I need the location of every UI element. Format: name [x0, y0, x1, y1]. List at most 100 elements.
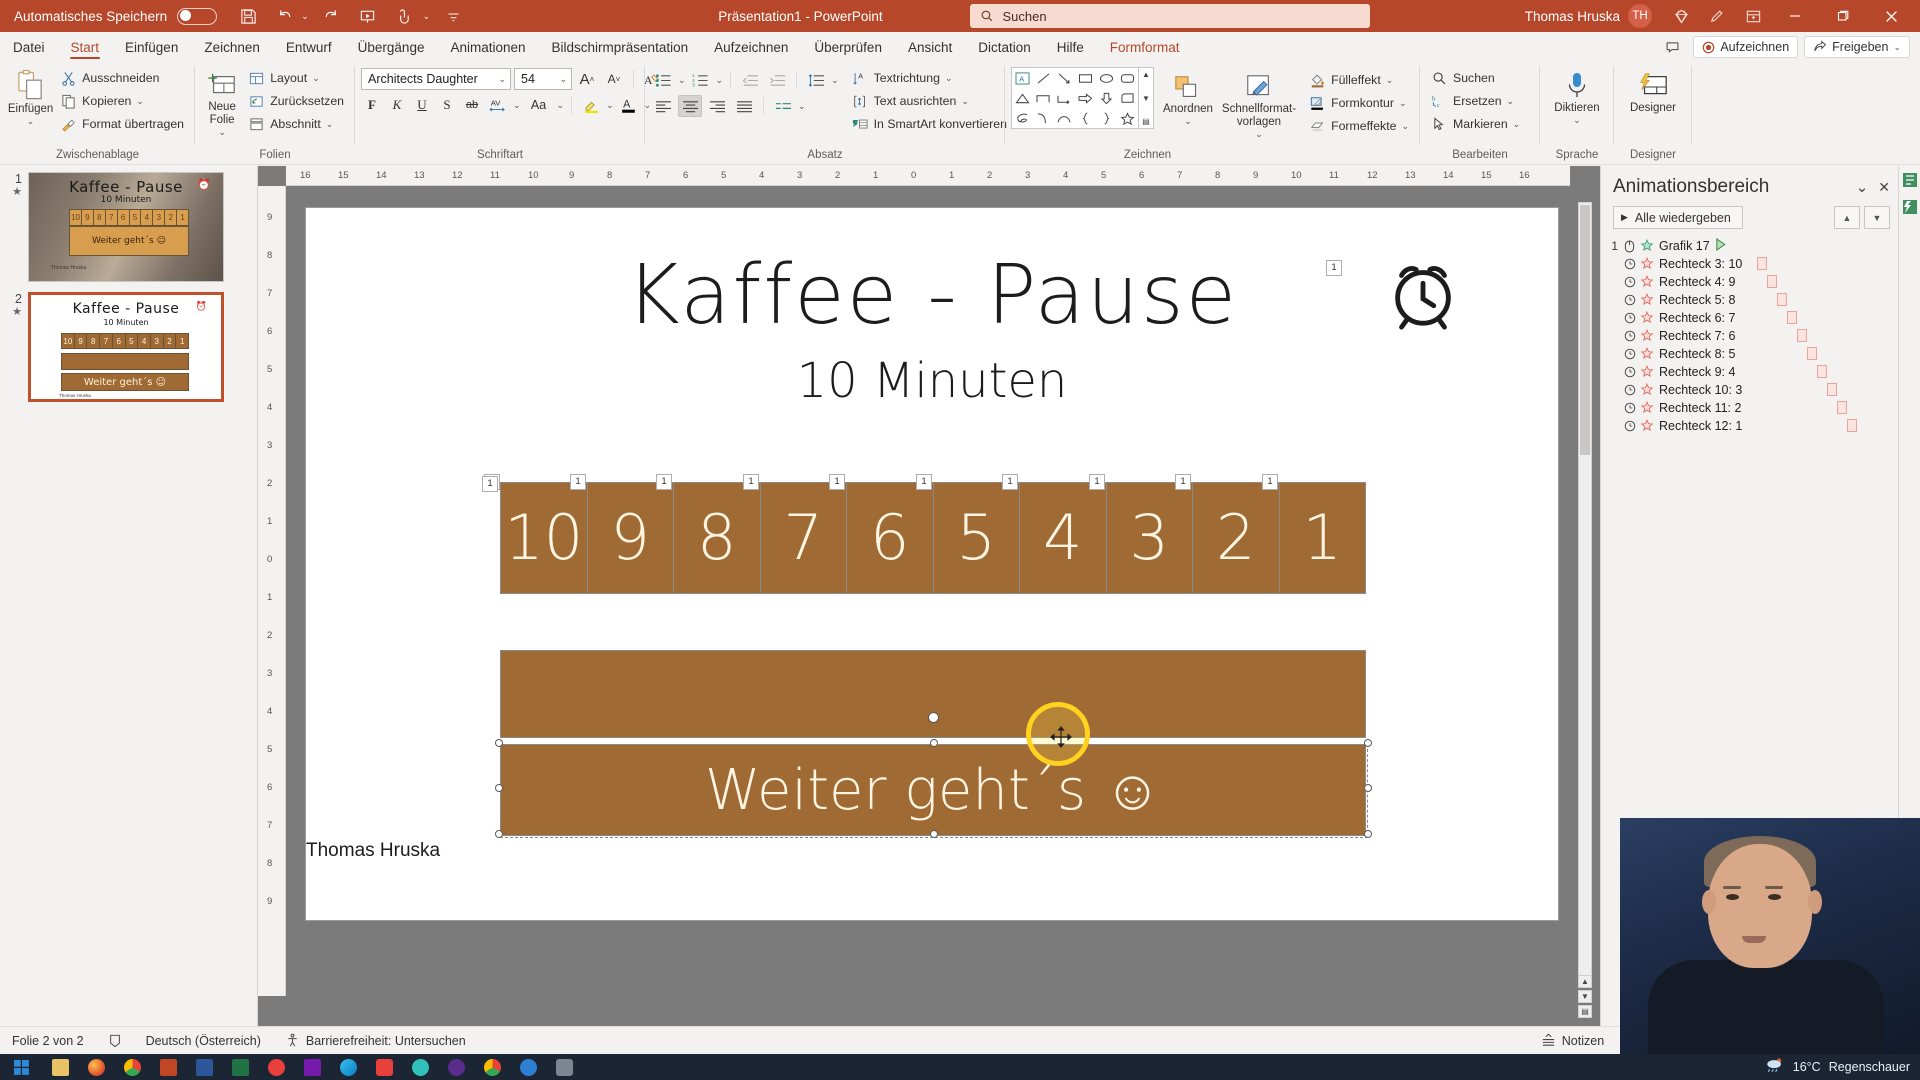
tab-uebergaenge[interactable]: Übergänge [345, 37, 438, 60]
convert-smartart-button[interactable]: In SmartArt konvertieren ⌄ [847, 113, 1025, 135]
shape-curve-icon[interactable] [1033, 108, 1054, 128]
taskbar-camera-icon[interactable] [546, 1054, 582, 1080]
animation-list-item[interactable]: Rechteck 7: 6 [1607, 327, 1898, 345]
text-direction-dropdown-icon[interactable]: ⌄ [945, 73, 953, 84]
numbering-icon[interactable]: 123 [689, 69, 713, 91]
arrange-dropdown-icon[interactable]: ⌄ [1184, 116, 1192, 126]
taskbar-edge-icon[interactable] [330, 1054, 366, 1080]
animation-list-item[interactable]: Rechteck 8: 5 [1607, 345, 1898, 363]
change-case-dropdown-icon[interactable]: ⌄ [557, 100, 565, 111]
tab-start[interactable]: Start [58, 37, 113, 60]
align-text-dropdown-icon[interactable]: ⌄ [961, 96, 969, 107]
shape-arc-icon[interactable] [1054, 108, 1075, 128]
numbering-dropdown-icon[interactable]: ⌄ [716, 75, 724, 86]
underline-button[interactable]: U [411, 94, 433, 116]
shape-down-arrow-icon[interactable] [1096, 88, 1117, 108]
taskbar-browser-icon-14[interactable] [510, 1054, 546, 1080]
slide-scroll-buttons[interactable]: ▲ ▼ ▤ [1578, 975, 1592, 1018]
countdown-animation-tag[interactable]: 1 [743, 474, 759, 490]
format-painter-button[interactable]: Format übertragen [55, 113, 189, 135]
countdown-animation-tag[interactable]: 1 [916, 474, 932, 490]
section-button[interactable]: Abschnitt ⌄ [243, 113, 349, 135]
tab-entwurf[interactable]: Entwurf [273, 37, 345, 60]
countdown-cell[interactable]: 1 [1279, 483, 1365, 593]
shape-oval-icon[interactable] [1096, 68, 1117, 88]
taskbar-chrome-icon-2[interactable] [474, 1054, 510, 1080]
animation-timing-bar-green[interactable] [1715, 237, 1727, 254]
paste-button[interactable]: Einfügen ⌄ [6, 65, 55, 127]
save-icon[interactable] [235, 3, 261, 29]
countdown-animation-tag[interactable]: 1 [1002, 474, 1018, 490]
tab-ueberpruefen[interactable]: Überprüfen [801, 37, 895, 60]
tab-datei[interactable]: Datei [0, 37, 58, 60]
windows-start-icon[interactable] [0, 1054, 42, 1080]
animation-list-item[interactable]: Rechteck 6: 7 [1607, 309, 1898, 327]
title-animation-tag[interactable]: 1 [1326, 260, 1342, 276]
restore-button[interactable] [1820, 0, 1866, 32]
countdown-cell[interactable]: 5 [933, 483, 1020, 593]
align-center-button[interactable] [678, 95, 702, 117]
shapes-scroll-down-icon[interactable]: ▼ [1142, 94, 1150, 103]
shape-scribble-icon[interactable] [1012, 108, 1033, 128]
animation-list-item[interactable]: Rechteck 3: 10 [1607, 255, 1898, 273]
align-right-button[interactable] [705, 95, 729, 117]
countdown-animation-tag-first[interactable]: 1 [482, 476, 498, 492]
language-indicator[interactable]: Deutsch (Österreich) [134, 1027, 273, 1055]
taskbar-firefox-icon[interactable] [78, 1054, 114, 1080]
shapes-scroll-up-icon[interactable]: ▲ [1142, 70, 1150, 79]
tab-hilfe[interactable]: Hilfe [1044, 37, 1097, 60]
shape-textbox-icon[interactable]: A [1012, 68, 1033, 88]
close-button[interactable] [1868, 0, 1914, 32]
shape-connector-arrow-icon[interactable] [1054, 88, 1075, 108]
undo-icon[interactable] [271, 3, 297, 29]
italic-button[interactable]: K [386, 94, 408, 116]
taskbar-word-icon[interactable] [186, 1054, 222, 1080]
shape-outline-button[interactable]: Formkontur ⌄ [1304, 92, 1414, 114]
animation-list-item[interactable]: Rechteck 9: 4 [1607, 363, 1898, 381]
section-dropdown-icon[interactable]: ⌄ [326, 119, 334, 130]
tab-zeichnen[interactable]: Zeichnen [191, 37, 273, 60]
paste-dropdown-icon[interactable]: ⌄ [27, 116, 35, 126]
countdown-cell[interactable]: 7 [760, 483, 847, 593]
new-slide-dropdown-icon[interactable]: ⌄ [218, 127, 226, 137]
animation-list-item[interactable]: Rechteck 4: 9 [1607, 273, 1898, 291]
animation-timing-chip[interactable] [1847, 419, 1857, 432]
thumbnail-slide-2[interactable]: Kaffee - Pause 10 Minuten ⏰ 10 9 8 7 6 5… [28, 292, 224, 402]
animation-list[interactable]: 1 Grafik 17 Rechteck 3: 10 Rechteck 4: 9 [1601, 237, 1898, 435]
shape-flowchart-icon[interactable] [1117, 88, 1138, 108]
text-highlight-dropdown-icon[interactable]: ⌄ [606, 100, 614, 111]
weather-temp[interactable]: 16°C [1793, 1060, 1821, 1074]
taskbar-excel-icon[interactable] [222, 1054, 258, 1080]
shape-arrow-icon[interactable] [1054, 68, 1075, 88]
taskbar-onenote-icon[interactable] [294, 1054, 330, 1080]
countdown-animation-tag[interactable]: 1 [1175, 474, 1191, 490]
weather-text[interactable]: Regenschauer [1829, 1060, 1910, 1074]
user-name[interactable]: Thomas Hruska [1525, 9, 1620, 24]
text-direction-button[interactable]: A Textrichtung ⌄ [847, 67, 1025, 89]
copy-dropdown-icon[interactable]: ⌄ [136, 96, 144, 107]
slide-thumbnail-pane[interactable]: 1 ★ Kaffee - Pause 10 Minuten ⏰ 10 9 8 7… [0, 166, 258, 1026]
shadow-button[interactable]: S [436, 94, 458, 116]
animation-timing-chip[interactable] [1767, 275, 1777, 288]
tab-bildschirmpraesentation[interactable]: Bildschirmpräsentation [539, 37, 702, 60]
alarm-clock-icon[interactable] [1384, 254, 1462, 335]
grow-font-icon[interactable]: A ˄ [575, 68, 599, 90]
justify-button[interactable] [732, 95, 756, 117]
thumbnail-row-1[interactable]: 1 ★ Kaffee - Pause 10 Minuten ⏰ 10 9 8 7… [0, 166, 257, 282]
notes-button[interactable]: Notizen [1529, 1027, 1616, 1055]
scroll-fit-icon[interactable]: ▤ [1578, 1005, 1592, 1018]
countdown-cell[interactable]: 3 [1106, 483, 1193, 593]
change-case-icon[interactable]: Aa [524, 94, 554, 116]
animation-timing-chip[interactable] [1837, 401, 1847, 414]
scroll-next-slide-icon[interactable]: ▼ [1578, 990, 1592, 1003]
slide-canvas[interactable]: Kaffee - Pause 10 Minuten 1 10 9 8 7 6 5… [306, 208, 1558, 920]
reset-button[interactable]: Zurücksetzen [243, 90, 349, 112]
cut-button[interactable]: Ausschneiden [55, 67, 189, 89]
undo-dropdown-icon[interactable]: ⌄ [301, 11, 309, 22]
countdown-animation-tag[interactable]: 1 [1089, 474, 1105, 490]
layout-button[interactable]: Layout ⌄ [243, 67, 349, 89]
shape-effects-dropdown-icon[interactable]: ⌄ [1401, 121, 1409, 132]
bullets-icon[interactable] [651, 69, 675, 91]
shape-line-icon[interactable] [1033, 68, 1054, 88]
diamond-icon[interactable] [1664, 0, 1698, 32]
